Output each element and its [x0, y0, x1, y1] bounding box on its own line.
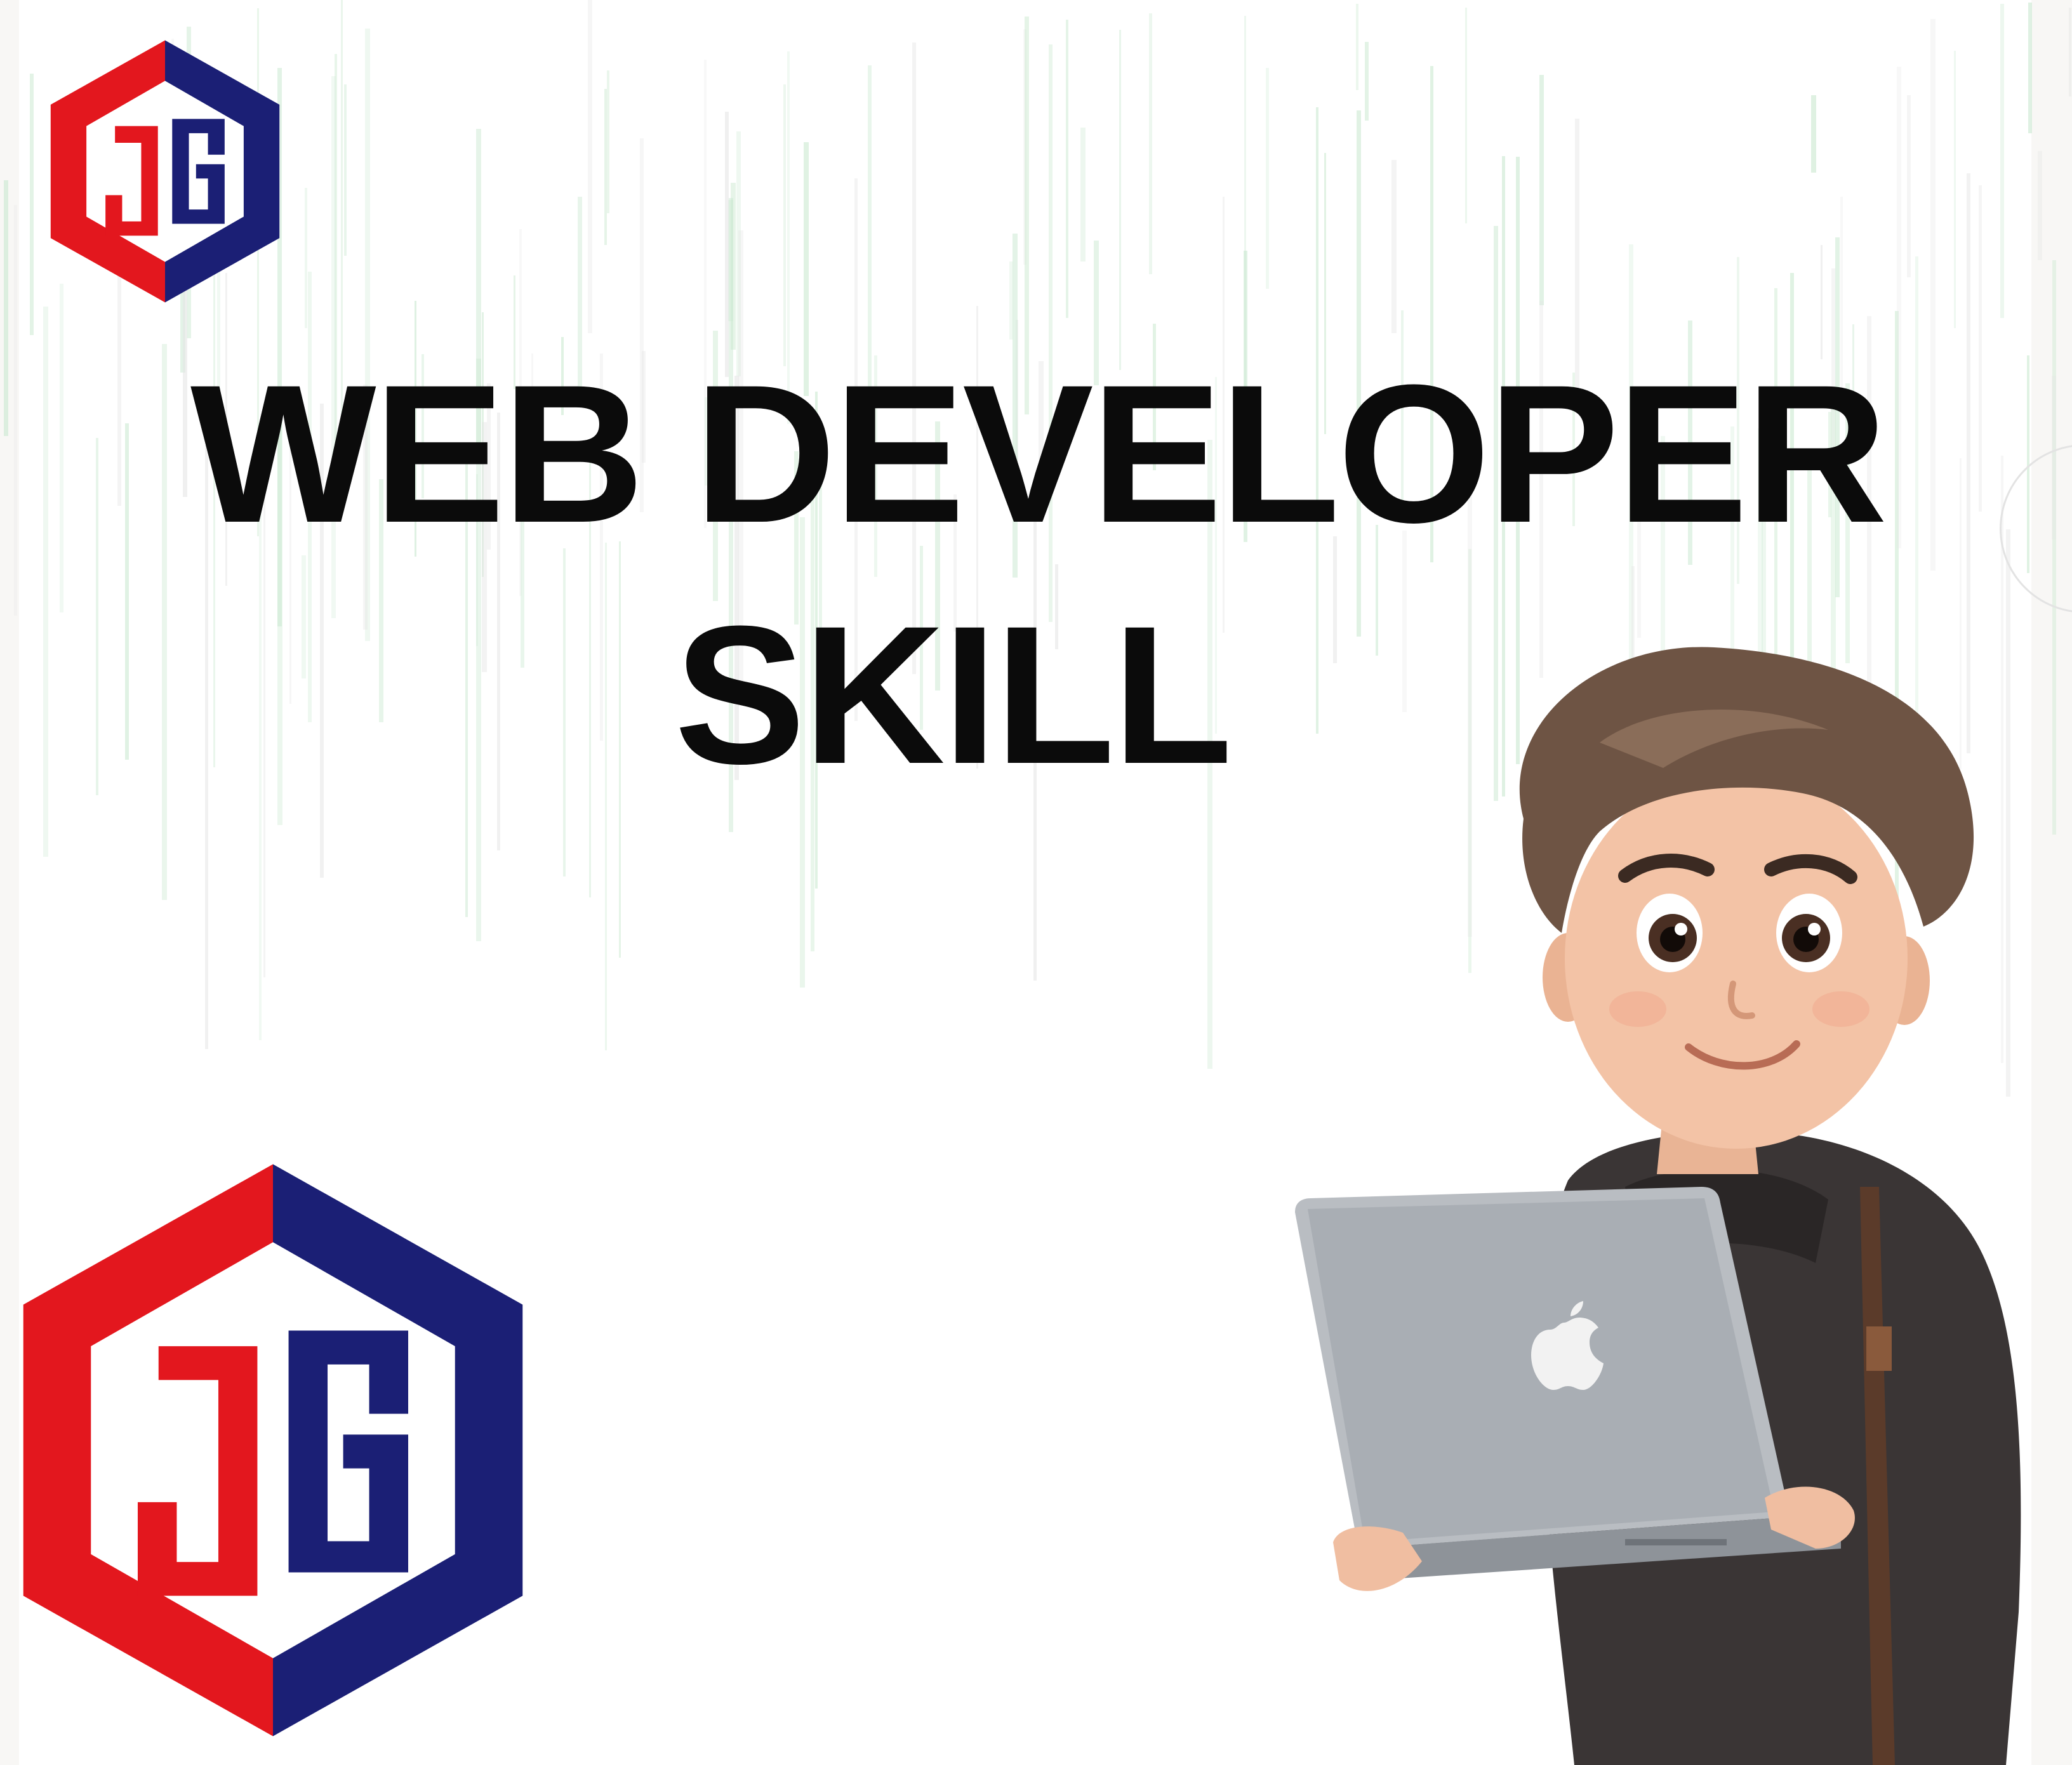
character-illustration [1295, 647, 2021, 1765]
banner: WEB DEVELOPER SKILL [0, 0, 2072, 1765]
jg-logo-large [23, 1164, 523, 1736]
headline-line-1: WEB DEVELOPER [190, 343, 1887, 564]
headline-line-2: SKILL [674, 585, 1233, 805]
jg-logo-small [50, 40, 280, 303]
